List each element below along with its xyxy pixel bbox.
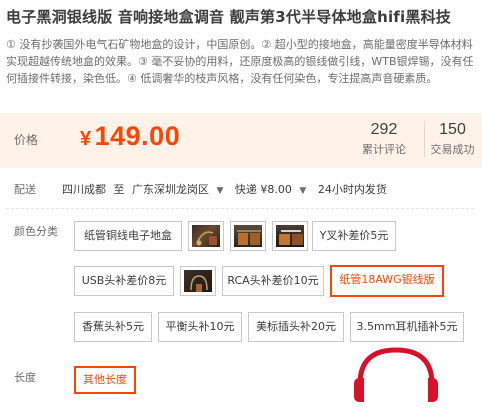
review-count-label: 累计评论 (362, 143, 406, 156)
price-label: 价格 (14, 133, 39, 147)
color-option-image-2[interactable] (230, 221, 266, 251)
ship-dispatch: 24小时内发货 (317, 183, 387, 196)
product-thumbnail (184, 270, 212, 292)
product-thumbnail (234, 225, 262, 247)
product-title: 电子黑洞银线版 音响接地盒调音 靓声第3代半导体地盒hifi黑科技 (6, 8, 451, 26)
color-option-banana[interactable]: 香蕉头补5元 (74, 312, 152, 342)
ship-to-word: 至 (113, 183, 125, 196)
length-option-other[interactable]: 其他长度 (74, 366, 136, 394)
chevron-down-icon: ▼ (216, 186, 224, 196)
review-count: 292 (370, 121, 398, 138)
review-count-stat[interactable]: 292 累计评论 (356, 121, 412, 157)
ship-destination-select[interactable]: 广东深圳龙岗区 ▼ (132, 183, 227, 196)
color-option-rca[interactable]: RCA头补差价10元 (222, 266, 324, 296)
color-option-copper-box[interactable]: 纸管铜线电子地盒 (74, 221, 182, 251)
deal-count-label: 交易成功 (430, 143, 475, 156)
deal-count-stat: 150 交易成功 (424, 121, 480, 157)
color-option-image-1[interactable] (188, 221, 224, 251)
price-amount: 149.00 (94, 121, 181, 151)
price-panel: 价格 ¥149.00 292 累计评论 150 交易成功 (0, 113, 482, 168)
color-option-usb[interactable]: USB头补差价8元 (74, 266, 174, 296)
headphone-icon (354, 347, 438, 402)
color-option-us-plug[interactable]: 美标插头补20元 (248, 312, 344, 342)
color-option-image-3[interactable] (272, 221, 308, 251)
color-option-balanced[interactable]: 平衡头补10元 (158, 312, 242, 342)
color-option-image-4[interactable] (180, 266, 216, 296)
length-label: 长度 (14, 371, 36, 384)
ship-from: 四川成都 (62, 183, 106, 196)
ship-destination: 广东深圳龙岗区 (132, 183, 209, 196)
currency-symbol: ¥ (80, 128, 92, 150)
shipping-row: 配送 四川成都 至 广东深圳龙岗区 ▼ 快递 ¥8.00 ▼ 24小时内发货 (0, 178, 482, 198)
product-thumbnail (192, 225, 220, 247)
color-option-silver-18awg[interactable]: 纸管18AWG银线版 (330, 265, 444, 297)
ship-method-select[interactable]: 快递 ¥8.00 ▼ (235, 183, 310, 196)
shipping-label: 配送 (14, 183, 36, 196)
divider (6, 208, 474, 209)
color-option-y-fork[interactable]: Y叉补差价5元 (312, 221, 396, 251)
product-description: ① 没有抄袭国外电气石矿物地盒的设计，中国原创。② 超小型的接地盒，高能量密度半… (6, 38, 474, 85)
color-option-3-5mm[interactable]: 3.5mm耳机插补5元 (350, 312, 464, 342)
ship-method: 快递 ¥8.00 (234, 183, 292, 196)
product-thumbnail (276, 225, 304, 247)
price-value-display: ¥149.00 (80, 121, 180, 152)
shipping-info: 四川成都 至 广东深圳龙岗区 ▼ 快递 ¥8.00 ▼ 24小时内发货 (62, 181, 391, 197)
deal-count: 150 (439, 121, 466, 138)
color-label: 颜色分类 (14, 225, 58, 238)
chevron-down-icon: ▼ (299, 186, 307, 196)
